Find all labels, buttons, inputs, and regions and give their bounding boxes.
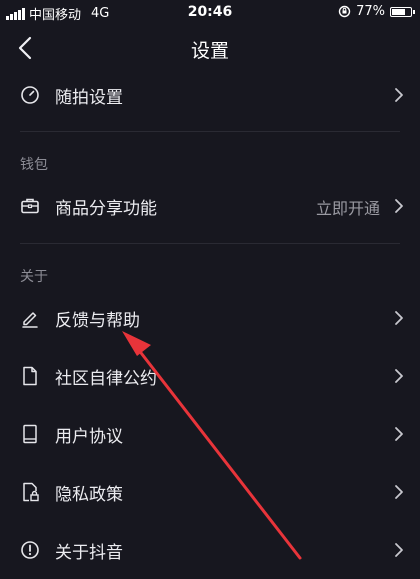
settings-row-label: 商品分享功能 <box>55 199 157 219</box>
nav-bar: 设置 <box>0 24 420 72</box>
activate-now-link[interactable]: 立即开通 <box>316 195 380 219</box>
settings-row-about-douyin[interactable]: 关于抖音 <box>0 521 420 579</box>
pencil-icon <box>22 312 38 328</box>
battery-level <box>392 8 406 15</box>
battery-percent: 77% <box>356 4 385 19</box>
settings-row-label: 随拍设置 <box>55 88 123 108</box>
chevron-right-icon <box>395 427 403 441</box>
status-bar: 中国移动 4G 20:46 77% <box>0 0 420 24</box>
book-icon <box>23 424 37 444</box>
settings-row-label: 用户协议 <box>55 427 123 447</box>
settings-row-product-share[interactable]: 商品分享功能 立即开通 <box>0 177 420 235</box>
document-lock-icon <box>23 482 39 502</box>
orientation-lock-icon <box>338 5 351 18</box>
timer-icon <box>21 86 39 104</box>
info-icon <box>21 541 39 559</box>
settings-row-privacy-policy[interactable]: 隐私政策 <box>0 463 420 521</box>
section-divider <box>20 131 400 132</box>
settings-row-feedback[interactable]: 反馈与帮助 <box>0 289 420 347</box>
settings-row-snapshot[interactable]: 随拍设置 <box>0 66 420 124</box>
status-right: 77% <box>338 4 415 19</box>
section-title-about: 关于 <box>20 269 48 285</box>
settings-row-label: 反馈与帮助 <box>55 311 140 331</box>
settings-row-label: 关于抖音 <box>55 543 123 563</box>
section-divider <box>20 243 400 244</box>
chevron-right-icon <box>395 543 403 557</box>
settings-row-label: 社区自律公约 <box>55 369 157 389</box>
battery-icon <box>390 6 415 17</box>
settings-row-label: 隐私政策 <box>55 485 123 505</box>
document-icon <box>23 366 37 386</box>
chevron-right-icon <box>395 88 403 102</box>
section-title-wallet: 钱包 <box>20 157 48 173</box>
chevron-right-icon <box>395 199 403 213</box>
page-title: 设置 <box>190 40 229 62</box>
chevron-right-icon <box>395 311 403 325</box>
chevron-right-icon <box>395 369 403 383</box>
chevron-right-icon <box>395 485 403 499</box>
briefcase-icon <box>21 198 39 214</box>
settings-row-user-agreement[interactable]: 用户协议 <box>0 405 420 463</box>
settings-row-community-guidelines[interactable]: 社区自律公约 <box>0 347 420 405</box>
